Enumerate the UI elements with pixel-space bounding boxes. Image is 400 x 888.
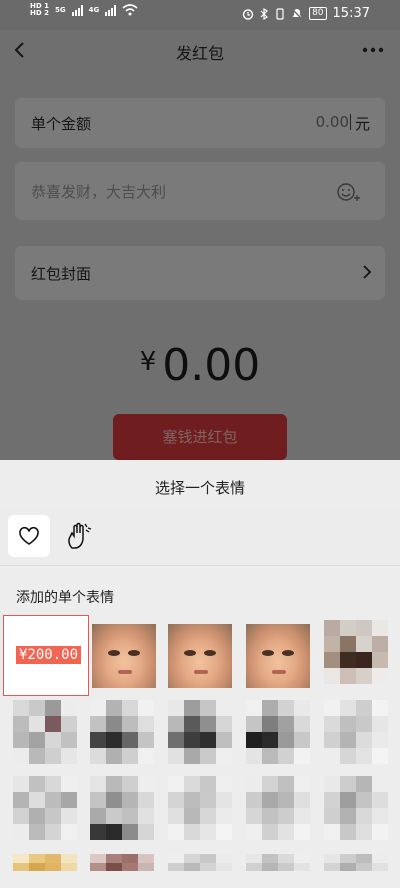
wifi-icon: [122, 4, 138, 16]
status-bar: HD 1 HD 2 5G 4G 80 15:37: [0, 0, 400, 30]
sticker-blurred[interactable]: [168, 776, 232, 840]
sticker-blurred[interactable]: [90, 776, 154, 840]
sticker-blurred[interactable]: [246, 776, 310, 840]
amount-row[interactable]: 单个金额 0.00 元: [15, 98, 385, 148]
signal-icon: [71, 4, 83, 16]
sticker-blurred[interactable]: [90, 854, 154, 888]
heart-icon: [19, 526, 39, 545]
sheet-title: 选择一个表情: [154, 479, 245, 497]
sticker-blurred[interactable]: [246, 854, 310, 888]
sticker-baby-face-2[interactable]: [168, 624, 232, 688]
sticker-blurred[interactable]: [324, 854, 388, 888]
sticker-amount-text: ¥200.00: [16, 646, 82, 664]
sticker-blurred[interactable]: [13, 854, 77, 888]
network-label: 5G: [54, 5, 66, 14]
sticker-blurred[interactable]: [168, 854, 232, 888]
greeting-input[interactable]: 恭喜发财，大吉大利: [31, 181, 166, 202]
clock: 15:37: [332, 6, 370, 21]
tab-gestures[interactable]: [66, 522, 92, 550]
section-title: 添加的单个表情: [16, 590, 114, 606]
cover-label: 红包封面: [31, 265, 92, 283]
vibrate-icon: [276, 7, 284, 20]
mute-icon: [291, 7, 303, 20]
page-title: 发红包: [175, 44, 224, 63]
amount-unit: 元: [354, 115, 370, 133]
greeting-row[interactable]: 恭喜发财，大吉大利: [15, 162, 385, 220]
chevron-right-icon: [363, 265, 372, 279]
sticker-blurred[interactable]: [324, 620, 388, 684]
sticker-blurred[interactable]: [324, 776, 388, 840]
tabs-divider: [0, 565, 400, 566]
sticker-blurred[interactable]: [324, 700, 388, 764]
amount-input[interactable]: 0.00: [316, 113, 349, 131]
sim2-label: HD 2: [30, 9, 49, 17]
bluetooth-icon: [260, 7, 269, 20]
clap-hand-icon: [68, 522, 92, 549]
cover-row[interactable]: 红包封面: [15, 246, 385, 300]
sticker-blurred[interactable]: [90, 700, 154, 764]
sticker-blurred[interactable]: [246, 700, 310, 764]
sticker-baby-face-1[interactable]: [92, 624, 156, 688]
sticker-tabs: [0, 510, 400, 564]
sticker-blurred[interactable]: [13, 776, 77, 840]
alarm-icon: [242, 8, 254, 20]
status-right: 80 15:37: [242, 6, 370, 21]
emoji-add-icon[interactable]: [337, 182, 361, 202]
signal-icon-2: [105, 4, 117, 16]
currency-symbol: ¥: [139, 347, 157, 377]
tab-favorites[interactable]: [8, 515, 50, 557]
sim-labels: HD 1 HD 2: [30, 3, 49, 17]
battery-icon: 80: [309, 7, 327, 20]
network-label-2: 4G: [88, 5, 100, 14]
page-background: [0, 30, 400, 460]
sticker-baby-face-3[interactable]: [246, 624, 310, 688]
nav-bar: 发红包: [0, 30, 400, 72]
signal-group: HD 1 HD 2 5G 4G: [30, 3, 138, 17]
sticker-selected[interactable]: ¥200.00: [3, 615, 89, 696]
text-cursor: [350, 114, 351, 130]
sticker-blurred[interactable]: [13, 700, 77, 764]
amount-label: 单个金额: [31, 115, 92, 133]
submit-button[interactable]: 塞钱进红包: [113, 414, 287, 460]
more-icon[interactable]: [362, 46, 384, 54]
sticker-blurred[interactable]: [168, 700, 232, 764]
total-amount: ¥0.00: [0, 340, 400, 391]
total-value: 0.00: [162, 340, 261, 391]
